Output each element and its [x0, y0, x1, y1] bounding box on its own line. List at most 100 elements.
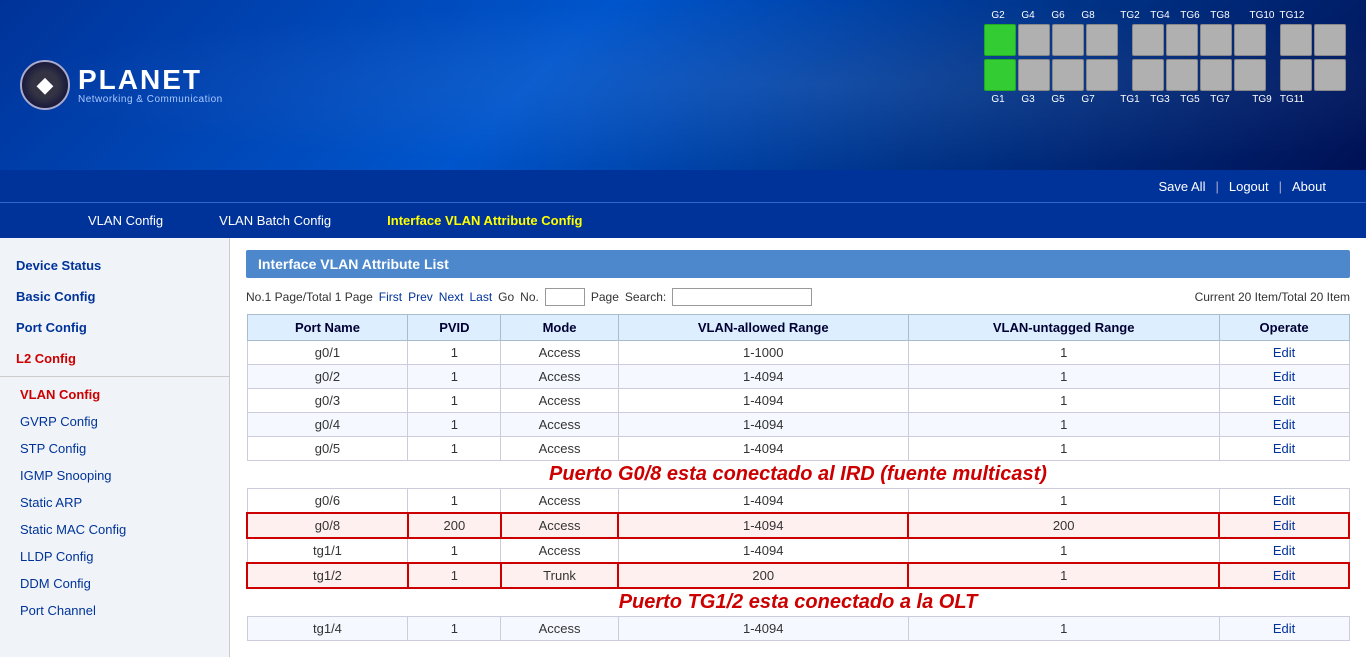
- port-tg7[interactable]: [1234, 59, 1266, 91]
- port-tg1[interactable]: [1132, 59, 1164, 91]
- edit-link[interactable]: Edit: [1273, 369, 1295, 384]
- port-tg3[interactable]: [1166, 59, 1198, 91]
- table-row-tg12-highlight: tg1/2 1 Trunk 200 1 Edit: [247, 563, 1349, 588]
- sidebar-item-port-channel[interactable]: Port Channel: [0, 597, 229, 624]
- pagination-first[interactable]: First: [379, 290, 402, 304]
- port-label-tg12: TG12: [1278, 10, 1306, 21]
- cell-pvid: 1: [408, 538, 501, 563]
- menu-bar: VLAN Config VLAN Batch Config Interface …: [0, 202, 1366, 238]
- port-g8[interactable]: [1086, 24, 1118, 56]
- cell-operate: Edit: [1219, 617, 1349, 641]
- col-mode: Mode: [501, 315, 619, 341]
- cell-mode: Access: [501, 538, 619, 563]
- edit-link[interactable]: Edit: [1273, 518, 1295, 533]
- table-row-g08-highlight: g0/8 200 Access 1-4094 200 Edit: [247, 513, 1349, 538]
- port-tg9[interactable]: [1280, 59, 1312, 91]
- sidebar-item-basic-config[interactable]: Basic Config: [0, 283, 229, 310]
- cell-port: g0/2: [247, 365, 408, 389]
- sidebar-item-ddm-config[interactable]: DDM Config: [0, 570, 229, 597]
- cell-allowed: 1-4094: [618, 513, 908, 538]
- edit-link[interactable]: Edit: [1273, 568, 1295, 583]
- port-g1[interactable]: [984, 59, 1016, 91]
- sidebar-item-vlan-config[interactable]: VLAN Config: [0, 381, 229, 408]
- port-label-tg7: TG7: [1206, 94, 1234, 105]
- edit-link[interactable]: Edit: [1273, 393, 1295, 408]
- port-tg8[interactable]: [1234, 24, 1266, 56]
- content-area: Interface VLAN Attribute List No.1 Page/…: [230, 238, 1366, 657]
- about-link[interactable]: About: [1282, 179, 1336, 194]
- edit-link[interactable]: Edit: [1273, 621, 1295, 636]
- cell-pvid: 1: [408, 437, 501, 461]
- cell-operate: Edit: [1219, 489, 1349, 514]
- cell-untagged: 1: [908, 413, 1219, 437]
- cell-port: g0/1: [247, 341, 408, 365]
- port-tg6[interactable]: [1200, 24, 1232, 56]
- menu-interface-vlan[interactable]: Interface VLAN Attribute Config: [379, 207, 590, 234]
- cell-untagged: 1: [908, 563, 1219, 588]
- sidebar-item-device-status[interactable]: Device Status: [0, 252, 229, 279]
- sidebar-item-port-config[interactable]: Port Config: [0, 314, 229, 341]
- port-tg10[interactable]: [1280, 24, 1312, 56]
- edit-link[interactable]: Edit: [1273, 417, 1295, 432]
- logo-sub: Networking & Communication: [78, 94, 223, 105]
- cell-untagged: 1: [908, 341, 1219, 365]
- port-g6[interactable]: [1052, 24, 1084, 56]
- edit-link[interactable]: Edit: [1273, 543, 1295, 558]
- port-label-g8: G8: [1074, 10, 1102, 21]
- cell-pvid: 1: [408, 341, 501, 365]
- port-g3[interactable]: [1018, 59, 1050, 91]
- save-all-link[interactable]: Save All: [1148, 179, 1215, 194]
- cell-port: g0/4: [247, 413, 408, 437]
- sidebar-item-igmp-snooping[interactable]: IGMP Snooping: [0, 462, 229, 489]
- port-label-tg4: TG4: [1146, 10, 1174, 21]
- sidebar-item-static-arp[interactable]: Static ARP: [0, 489, 229, 516]
- sidebar-item-stp-config[interactable]: STP Config: [0, 435, 229, 462]
- annotation-g08: Puerto G0/8 esta conectado al IRD (fuent…: [247, 463, 1349, 486]
- port-tg4[interactable]: [1166, 24, 1198, 56]
- port-g2[interactable]: [984, 24, 1016, 56]
- current-info: Current 20 Item/Total 20 Item: [1195, 290, 1350, 304]
- pagination-prev[interactable]: Prev: [408, 290, 433, 304]
- menu-vlan-batch-config[interactable]: VLAN Batch Config: [211, 207, 339, 234]
- edit-link[interactable]: Edit: [1273, 493, 1295, 508]
- port-g4[interactable]: [1018, 24, 1050, 56]
- col-operate: Operate: [1219, 315, 1349, 341]
- pagination-last[interactable]: Last: [469, 290, 492, 304]
- page-number-input[interactable]: [545, 288, 585, 306]
- port-diagram: G2 G4 G6 G8 TG2 TG4 TG6 TG8 TG10 TG12: [984, 10, 1346, 108]
- port-tg12[interactable]: [1314, 24, 1346, 56]
- search-input[interactable]: [672, 288, 812, 306]
- port-tg11[interactable]: [1314, 59, 1346, 91]
- cell-mode: Access: [501, 413, 619, 437]
- port-g7[interactable]: [1086, 59, 1118, 91]
- sidebar-item-gvrp-config[interactable]: GVRP Config: [0, 408, 229, 435]
- cell-mode: Access: [501, 437, 619, 461]
- pagination-next[interactable]: Next: [439, 290, 464, 304]
- menu-vlan-config[interactable]: VLAN Config: [80, 207, 171, 234]
- cell-operate: Edit: [1219, 365, 1349, 389]
- logout-link[interactable]: Logout: [1219, 179, 1279, 194]
- cell-pvid: 1: [408, 413, 501, 437]
- cell-pvid: 1: [408, 563, 501, 588]
- sidebar-item-lldp-config[interactable]: LLDP Config: [0, 543, 229, 570]
- cell-mode: Access: [501, 389, 619, 413]
- cell-untagged: 1: [908, 365, 1219, 389]
- port-tg2[interactable]: [1132, 24, 1164, 56]
- cell-mode: Access: [501, 489, 619, 514]
- page-label: Page: [591, 290, 619, 304]
- port-label-tg5: TG5: [1176, 94, 1204, 105]
- cell-mode: Access: [501, 617, 619, 641]
- cell-port: tg1/4: [247, 617, 408, 641]
- main-layout: Device Status Basic Config Port Config L…: [0, 238, 1366, 657]
- col-pvid: PVID: [408, 315, 501, 341]
- table-row: g0/6 1 Access 1-4094 1 Edit: [247, 489, 1349, 514]
- edit-link[interactable]: Edit: [1273, 441, 1295, 456]
- cell-allowed: 200: [618, 563, 908, 588]
- port-tg5[interactable]: [1200, 59, 1232, 91]
- sidebar-item-static-mac[interactable]: Static MAC Config: [0, 516, 229, 543]
- edit-link[interactable]: Edit: [1273, 345, 1295, 360]
- port-g5[interactable]: [1052, 59, 1084, 91]
- table-row: g0/4 1 Access 1-4094 1 Edit: [247, 413, 1349, 437]
- cell-operate: Edit: [1219, 341, 1349, 365]
- sidebar-item-l2-config[interactable]: L2 Config: [0, 345, 229, 372]
